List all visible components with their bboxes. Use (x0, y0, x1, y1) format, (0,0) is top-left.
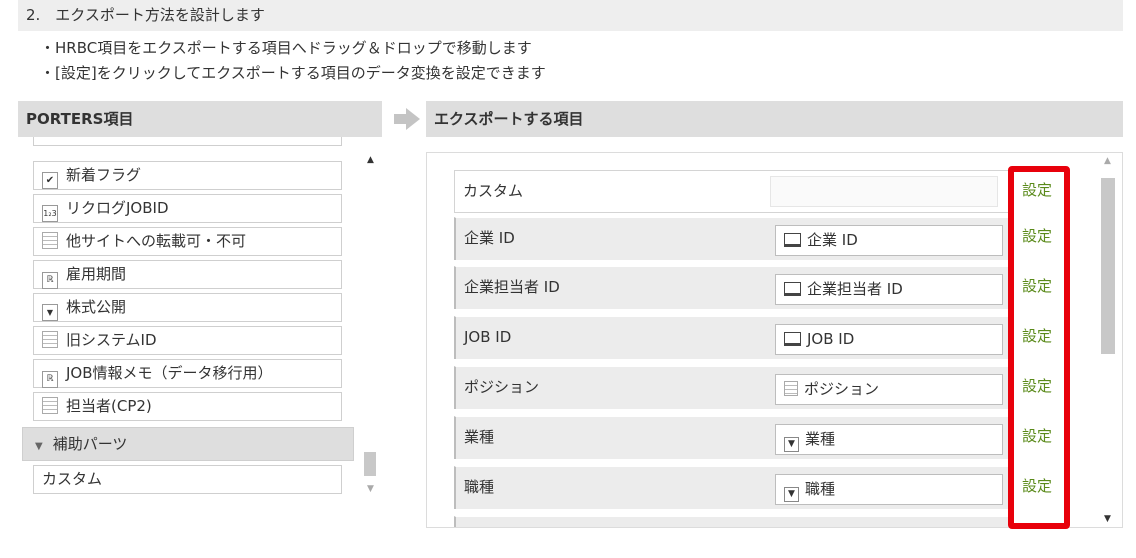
scroll-thumb[interactable] (364, 452, 376, 476)
field-item[interactable]: 1₂3 リクログJOBID (33, 194, 342, 223)
scroll-up-icon[interactable]: ▲ (362, 152, 379, 168)
dropdown-icon: ▼ (784, 437, 799, 452)
monitor-icon (784, 332, 801, 346)
export-row-partial[interactable] (454, 516, 1012, 527)
row-label: 業種 (464, 428, 495, 446)
export-row[interactable]: JOB ID JOB ID (454, 316, 1012, 359)
row-value-text: JOB ID (807, 330, 855, 348)
scroll-down-icon[interactable]: ▼ (362, 481, 379, 497)
richtext-icon: ℝ (42, 272, 58, 289)
field-item-custom[interactable]: カスタム (33, 465, 342, 494)
text-doc-icon (784, 381, 798, 396)
caret-down-icon: ▼ (35, 441, 43, 452)
row-value: JOB ID (775, 324, 1003, 355)
instruction-line: ・HRBC項目をエクスポートする項目へドラッグ＆ドロップで移動します (40, 39, 532, 57)
row-value-text: ポジション (804, 380, 880, 398)
export-fields-header: エクスポートする項目 (426, 101, 1123, 137)
field-label: リクログJOBID (66, 199, 169, 217)
dropdown-icon: ▼ (784, 487, 799, 502)
field-item[interactable]: 他サイトへの転載可・不可 (33, 227, 342, 256)
right-scrollbar[interactable]: ▲ ▼ (1099, 153, 1117, 527)
text-doc-icon (42, 397, 58, 414)
checkbox-icon: ✔ (42, 172, 58, 189)
step-title: 2. エクスポート方法を設計します (18, 0, 1123, 31)
text-doc-icon (42, 232, 58, 249)
row-value: 企業担当者 ID (775, 274, 1003, 305)
instruction-line: ・[設定]をクリックしてエクスポートする項目のデータ変換を設定できます (40, 64, 546, 82)
richtext-icon: ℝ (42, 371, 58, 388)
scroll-thumb[interactable] (1101, 178, 1115, 354)
field-item-partial[interactable] (33, 137, 342, 146)
scroll-down-icon[interactable]: ▼ (1099, 511, 1116, 527)
row-label: 職種 (464, 478, 495, 496)
number-icon: 1₂3 (42, 205, 58, 222)
dropdown-icon: ▼ (42, 304, 58, 321)
field-item[interactable]: ✔ 新着フラグ (33, 161, 342, 190)
row-value-text: 職種 (805, 480, 836, 498)
export-row[interactable]: ポジション ポジション (454, 366, 1012, 409)
export-row[interactable]: 企業担当者 ID 企業担当者 ID (454, 266, 1012, 309)
row-value: 企業 ID (775, 225, 1003, 256)
field-label: 株式公開 (66, 298, 127, 316)
row-value-text: 業種 (805, 430, 836, 448)
text-doc-icon (42, 331, 58, 348)
field-label: 担当者(CP2) (66, 397, 152, 415)
row-value: ▼ 職種 (775, 474, 1003, 505)
monitor-icon (784, 282, 801, 296)
field-label: JOB情報メモ（データ移行用） (66, 364, 273, 382)
instructions: ・HRBC項目をエクスポートする項目へドラッグ＆ドロップで移動します ・[設定]… (40, 36, 546, 86)
field-label: 旧システムID (66, 331, 157, 349)
field-item[interactable]: ℝ 雇用期間 (33, 260, 342, 289)
field-item[interactable]: 旧システムID (33, 326, 342, 355)
row-label: 企業 ID (464, 229, 515, 247)
group-header-auxiliary-parts[interactable]: ▼ 補助パーツ (22, 427, 354, 461)
group-label: 補助パーツ (52, 435, 128, 453)
scroll-up-icon[interactable]: ▲ (1099, 153, 1116, 169)
row-value: ▼ 業種 (775, 424, 1003, 455)
field-item[interactable]: ▼ 株式公開 (33, 293, 342, 322)
row-label: JOB ID (464, 328, 512, 346)
field-item[interactable]: ℝ JOB情報メモ（データ移行用） (33, 359, 342, 388)
field-label: 他サイトへの転載可・不可 (66, 232, 247, 250)
export-row[interactable]: 業種 ▼ 業種 (454, 416, 1012, 459)
row-label: カスタム (463, 182, 524, 200)
arrow-right-icon (394, 108, 420, 130)
row-value (770, 176, 998, 207)
left-scrollbar[interactable]: ▲ ▼ (362, 152, 379, 497)
field-item[interactable]: 担当者(CP2) (33, 392, 342, 421)
row-label: ポジション (464, 378, 540, 396)
porters-fields-header: PORTERS項目 (18, 101, 382, 137)
row-value-text: 企業担当者 ID (807, 280, 903, 298)
field-label: 新着フラグ (66, 166, 142, 184)
row-value: ポジション (775, 374, 1003, 405)
export-row[interactable]: 職種 ▼ 職種 (454, 466, 1012, 509)
setting-column-highlight (1008, 166, 1070, 529)
export-row[interactable]: 企業 ID 企業 ID (454, 217, 1012, 260)
field-label: 雇用期間 (66, 265, 127, 283)
monitor-icon (784, 233, 801, 247)
porters-field-list: ✔ 新着フラグ 1₂3 リクログJOBID 他サイトへの転載可・不可 ℝ 雇用期間 ▼… (18, 137, 360, 500)
export-row[interactable]: カスタム (454, 170, 1012, 213)
row-label: 企業担当者 ID (464, 278, 560, 296)
row-value-text: 企業 ID (807, 231, 858, 249)
